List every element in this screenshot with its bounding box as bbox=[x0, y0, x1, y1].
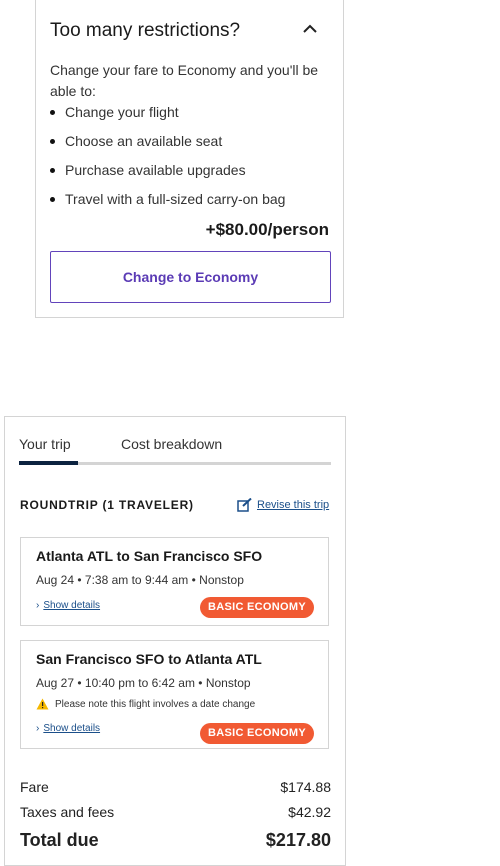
taxes-value: $42.92 bbox=[288, 804, 331, 820]
edit-icon bbox=[237, 498, 252, 512]
fare-class-badge: BASIC ECONOMY bbox=[199, 723, 314, 744]
benefit-list: Change your flight Choose an available s… bbox=[50, 102, 285, 218]
tab-active-indicator bbox=[19, 461, 78, 465]
chevron-right-icon: › bbox=[36, 723, 40, 734]
flight-times: Aug 24 • 7:38 am to 9:44 am • Nonstop bbox=[36, 573, 244, 587]
chevron-right-icon: › bbox=[36, 600, 40, 611]
flight-times: Aug 27 • 10:40 pm to 6:42 am • Nonstop bbox=[36, 676, 251, 690]
change-to-economy-button[interactable]: Change to Economy bbox=[50, 251, 331, 303]
tab-your-trip[interactable]: Your trip bbox=[19, 436, 71, 452]
upgrade-price: +$80.00/person bbox=[205, 220, 329, 239]
fare-class-badge: BASIC ECONOMY bbox=[199, 597, 314, 618]
flight-card: Atlanta ATL to San Francisco SFO Aug 24 … bbox=[20, 537, 329, 626]
fare-label: Fare bbox=[20, 779, 49, 795]
chevron-up-icon[interactable] bbox=[301, 22, 319, 36]
warning-icon bbox=[36, 698, 49, 710]
date-change-note: Please note this flight involves a date … bbox=[36, 698, 255, 710]
total-label: Total due bbox=[20, 830, 99, 850]
show-details-label: Show details bbox=[43, 723, 101, 734]
restrictions-card: Too many restrictions? Change your fare … bbox=[35, 0, 344, 318]
flight-route: Atlanta ATL to San Francisco SFO bbox=[36, 548, 263, 564]
revise-trip-label: Revise this trip bbox=[257, 499, 330, 511]
roundtrip-label: ROUNDTRIP (1 TRAVELER) bbox=[20, 498, 194, 512]
flight-route: San Francisco SFO to Atlanta ATL bbox=[36, 651, 262, 667]
benefit-item: Choose an available seat bbox=[50, 131, 285, 160]
show-details-link[interactable]: › Show details bbox=[36, 723, 100, 734]
restrictions-title: Too many restrictions? bbox=[50, 20, 241, 41]
taxes-label: Taxes and fees bbox=[20, 804, 115, 820]
restrictions-description: Change your fare to Economy and you'll b… bbox=[50, 62, 319, 99]
benefit-item: Travel with a full-sized carry-on bag bbox=[50, 189, 285, 218]
trip-summary-card: Your trip Cost breakdown ROUNDTRIP (1 TR… bbox=[4, 416, 346, 866]
flight-card: San Francisco SFO to Atlanta ATL Aug 27 … bbox=[20, 640, 329, 749]
benefit-item: Purchase available upgrades bbox=[50, 160, 285, 189]
fare-value: $174.88 bbox=[280, 779, 331, 795]
revise-trip-link[interactable]: Revise this trip bbox=[237, 498, 329, 512]
total-value: $217.80 bbox=[265, 830, 331, 850]
date-change-note-text: Please note this flight involves a date … bbox=[55, 698, 256, 710]
show-details-link[interactable]: › Show details bbox=[36, 600, 100, 611]
benefit-item: Change your flight bbox=[50, 102, 285, 131]
tab-cost-breakdown[interactable]: Cost breakdown bbox=[121, 436, 222, 452]
show-details-label: Show details bbox=[43, 600, 101, 611]
